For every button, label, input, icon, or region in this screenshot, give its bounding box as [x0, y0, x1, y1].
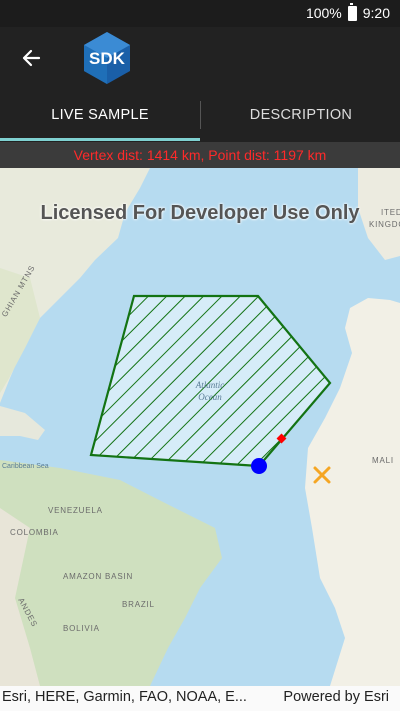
- label-brazil: BRAZIL: [122, 600, 155, 609]
- attribution-text[interactable]: Esri, HERE, Garmin, FAO, NOAA, E...: [2, 689, 247, 705]
- attribution-bar: Esri, HERE, Garmin, FAO, NOAA, E... Powe…: [0, 686, 400, 711]
- label-caribbean: Caribbean Sea: [2, 463, 49, 470]
- label-ocean: Ocean: [198, 392, 222, 402]
- back-button[interactable]: [14, 41, 48, 75]
- nearest-vertex-marker[interactable]: [251, 458, 267, 474]
- tab-bar: LIVE SAMPLE DESCRIPTION: [0, 87, 400, 142]
- logo-text: SDK: [89, 49, 126, 68]
- distance-readout: Vertex dist: 1414 km, Point dist: 1197 k…: [0, 142, 400, 168]
- label-mali: MALI: [372, 456, 394, 465]
- label-amazon-basin: AMAZON BASIN: [63, 572, 134, 581]
- label-bolivia: BOLIVIA: [63, 624, 100, 633]
- map-view[interactable]: Atlantic Ocean Caribbean Sea VENEZUELA C…: [0, 168, 400, 686]
- label-colombia: COLOMBIA: [10, 528, 59, 537]
- tab-description[interactable]: DESCRIPTION: [201, 87, 400, 142]
- tab-live-sample[interactable]: LIVE SAMPLE: [0, 87, 200, 142]
- license-watermark: Licensed For Developer Use Only: [40, 202, 360, 224]
- battery-icon: [347, 2, 357, 21]
- arrow-back-icon: [22, 49, 41, 67]
- map-canvas: Atlantic Ocean Caribbean Sea: [0, 168, 400, 686]
- app-bar: SDK: [0, 27, 400, 87]
- active-tab-indicator: [0, 138, 200, 141]
- battery-percent: 100%: [305, 5, 342, 21]
- sdk-logo: SDK: [84, 32, 130, 84]
- powered-by-text: Powered by Esri: [283, 689, 389, 705]
- label-venezuela: VENEZUELA: [48, 506, 103, 515]
- label-atlantic: Atlantic: [195, 380, 225, 390]
- status-bar: 100% 9:20: [0, 0, 400, 27]
- clock: 9:20: [362, 5, 390, 21]
